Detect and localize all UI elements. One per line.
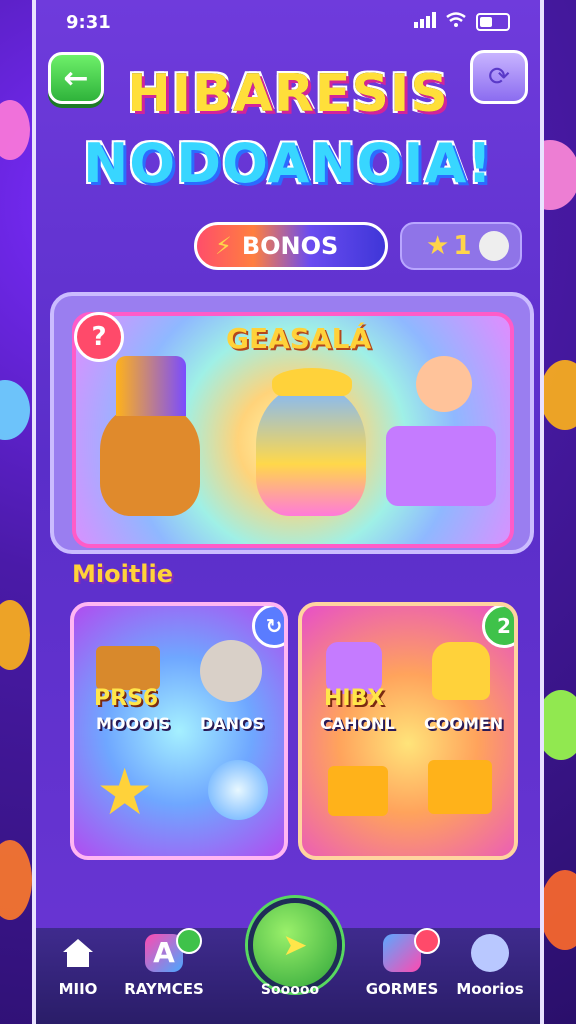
status-bar: 9:31 <box>66 10 510 34</box>
signal-bars-icon <box>414 11 436 33</box>
bear-toy-image <box>200 640 262 702</box>
tile-name: PRS6 <box>94 686 159 711</box>
game-title-line1: HIBARESIS <box>127 64 449 124</box>
cube-box-image <box>328 766 388 816</box>
bonus-label: BONOS <box>241 232 339 260</box>
notification-dot <box>414 928 440 954</box>
chest-image <box>96 646 160 690</box>
tile-sub-label: CAHONL <box>320 714 395 733</box>
background-coin-decoration <box>540 870 576 950</box>
count-badge: 2 <box>482 606 514 648</box>
phone-frame: 9:31 ← ⟳ HIBARESIS NODOANOIA! ⚡ BONOS ★ … <box>32 0 544 1024</box>
tile-name: HIBX <box>324 686 385 711</box>
ticket-icon: ➤ <box>282 927 308 963</box>
cart-image <box>386 426 496 506</box>
hat-decoration <box>116 356 186 416</box>
help-badge[interactable]: ? <box>74 312 124 362</box>
star-count: 1 <box>453 231 472 261</box>
section-label: Mioitlie <box>72 560 174 588</box>
tab-label: GORMES <box>365 980 439 998</box>
bear-character-image <box>100 406 200 516</box>
yellow-hat-decoration <box>272 368 352 396</box>
star-counter[interactable]: ★ 1 <box>400 222 522 270</box>
featured-title: GEASALÁ <box>226 322 372 355</box>
tab-home[interactable]: MIIO <box>36 934 126 998</box>
notification-dot <box>176 928 202 954</box>
game-card-left[interactable]: ↻ PRS6 MOOOIS DANOS ★ <box>70 602 288 860</box>
character-icon <box>471 934 509 972</box>
background-coin-decoration <box>540 360 576 430</box>
tab-gormes[interactable]: GORMES <box>354 928 450 998</box>
refresh-badge-icon: ↻ <box>252 606 284 648</box>
tile-sub-label: DANOS <box>200 714 265 733</box>
bonus-button[interactable]: ⚡ BONOS <box>194 222 388 270</box>
status-time: 9:31 <box>66 11 111 33</box>
crystal-ball-image <box>208 760 268 820</box>
wifi-icon <box>446 11 466 33</box>
cube-box-image <box>428 760 492 814</box>
boy-character-image <box>416 356 472 412</box>
background-coin-decoration <box>0 380 30 440</box>
star-icon: ★ <box>426 231 450 261</box>
gem-image <box>432 642 490 700</box>
tab-raymces[interactable]: A RAYMCES <box>116 928 212 998</box>
lightning-icon: ⚡ <box>215 232 232 260</box>
background-coin-decoration <box>0 600 30 670</box>
tab-moorios[interactable]: Moorios <box>442 934 538 998</box>
background-coin-decoration <box>0 100 30 160</box>
tile-sub-label: COOMEN <box>424 714 504 733</box>
hippo-character-image <box>256 386 366 516</box>
tile-sub-label: MOOOIS <box>96 714 171 733</box>
play-button[interactable]: ➤ <box>248 898 342 992</box>
tab-label: RAYMCES <box>124 980 204 998</box>
battery-icon <box>476 13 510 31</box>
home-icon <box>59 934 97 972</box>
tab-label: MIIO <box>58 980 98 998</box>
star-icon: ★ <box>96 756 154 830</box>
game-title-line2: NODOANOIA! <box>83 132 493 195</box>
tab-label: Moorios <box>456 980 524 998</box>
game-card-right[interactable]: 2 HIBX CAHONL COOMEN <box>298 602 518 860</box>
background-coin-decoration <box>0 840 32 920</box>
avatar <box>479 231 510 261</box>
tab-label: Sooooo <box>260 982 320 998</box>
